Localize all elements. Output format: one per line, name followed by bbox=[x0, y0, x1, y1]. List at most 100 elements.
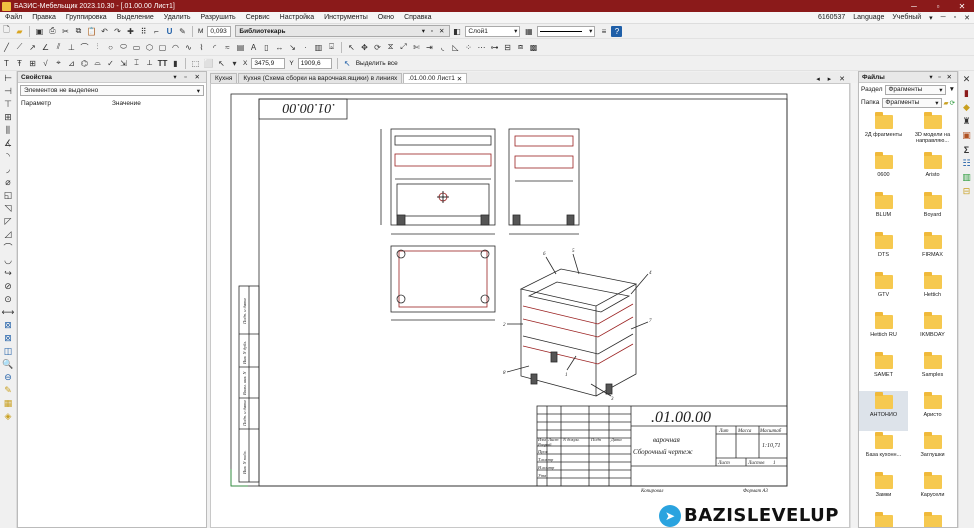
folder-item[interactable]: FIRMAX bbox=[908, 231, 957, 271]
dim-radius-icon[interactable]: ◞ bbox=[2, 164, 14, 174]
select-cross-icon[interactable]: ⬜ bbox=[203, 58, 214, 69]
new-file-icon[interactable]: 🗋 bbox=[1, 25, 12, 37]
dim-span-icon[interactable]: ⟷ bbox=[2, 307, 15, 317]
folder-item[interactable]: SAMET bbox=[859, 351, 908, 391]
layer-select[interactable]: Слой1 ▾ bbox=[465, 25, 521, 37]
polygon-tool-icon[interactable]: ⬡ bbox=[144, 42, 155, 53]
close-icon[interactable]: ✕ bbox=[950, 2, 974, 11]
snap-point-icon[interactable]: ✚ bbox=[125, 26, 136, 37]
folder-item[interactable]: Замки bbox=[859, 471, 908, 511]
library-panel[interactable]: Библиотекарь ▾ ▫ ✕ bbox=[235, 25, 451, 37]
parallel-line-icon[interactable]: ⫽ bbox=[53, 42, 64, 53]
dim-baseline-icon[interactable]: ⫼ bbox=[2, 125, 14, 135]
eraser-icon[interactable]: ◈ bbox=[2, 411, 14, 421]
perpendicular-icon[interactable]: ⊥ bbox=[66, 42, 77, 53]
drawing-canvas[interactable]: .01.00.00 .01.00.00 варочная Сборочный ч… bbox=[210, 83, 850, 528]
block-icon[interactable]: ▩ bbox=[528, 42, 539, 53]
dim-linear-icon[interactable]: ⊢ bbox=[2, 73, 14, 83]
dim-break-icon[interactable]: ◸ bbox=[2, 216, 14, 226]
line-tool-icon[interactable]: ╱ bbox=[1, 42, 12, 53]
save-icon[interactable]: ▣ bbox=[34, 26, 45, 37]
tangent-icon[interactable]: ⌒ bbox=[79, 42, 90, 53]
pin-icon[interactable]: ✕ bbox=[961, 74, 972, 85]
selection-dropdown[interactable]: Элементов не выделено ▾ bbox=[20, 85, 204, 96]
stairs-icon[interactable]: ⌺ bbox=[326, 42, 337, 53]
arc-3pt-icon[interactable]: ◜ bbox=[209, 42, 220, 53]
sum-icon[interactable]: Σ bbox=[961, 144, 972, 155]
menu-item-tools[interactable]: Инструменты bbox=[319, 14, 373, 21]
position-icon[interactable]: ⌬ bbox=[79, 58, 90, 69]
hatch-icon[interactable]: ▤ bbox=[235, 42, 246, 53]
folder-item[interactable]: Samples bbox=[908, 351, 957, 391]
stamp-icon[interactable]: ♜ bbox=[961, 116, 972, 127]
palette-icon[interactable]: ▦ bbox=[2, 398, 14, 408]
align-icon[interactable]: ⊟ bbox=[502, 42, 513, 53]
doc-restore-icon[interactable]: ▫ bbox=[950, 14, 960, 21]
copy-icon[interactable]: ⧉ bbox=[73, 26, 84, 37]
folder-item[interactable]: Aristo bbox=[908, 151, 957, 191]
properties-window-controls[interactable]: ▾ ▫ ✕ bbox=[173, 73, 203, 81]
folder-item[interactable]: Карусели bbox=[908, 471, 957, 511]
edit-note-icon[interactable]: ✎ bbox=[2, 385, 14, 395]
dim-chain-icon[interactable]: ⊞ bbox=[2, 112, 14, 122]
doc-minimize-icon[interactable]: ─ bbox=[937, 14, 950, 21]
dim-rotated-icon[interactable]: ◿ bbox=[2, 229, 14, 239]
wave-icon[interactable]: ≈ bbox=[222, 42, 233, 53]
extend-icon[interactable]: ⇥ bbox=[424, 42, 435, 53]
folder-item[interactable]: GTV bbox=[859, 271, 908, 311]
break-icon[interactable]: ⋯ bbox=[476, 42, 487, 53]
maximize-icon[interactable]: ▫ bbox=[926, 2, 950, 11]
tab-scroll-controls[interactable]: ◂ ▸ ✕ bbox=[816, 75, 850, 83]
files-window-controls[interactable]: ▾ ▫ ✕ bbox=[929, 73, 954, 81]
view-cross-icon[interactable]: ⊠ bbox=[2, 333, 14, 343]
folder-item[interactable]: IKMBOAY bbox=[908, 311, 957, 351]
axis-icon[interactable]: ⟂ bbox=[144, 58, 155, 69]
select-window-icon[interactable]: ⬚ bbox=[190, 58, 201, 69]
scale-field[interactable]: 0,093 bbox=[207, 25, 232, 37]
coord-y-field[interactable]: 1909,6 bbox=[297, 57, 332, 69]
folder-item[interactable]: Boyard bbox=[908, 191, 957, 231]
grid-icon[interactable]: ⠿ bbox=[138, 26, 149, 37]
canvas-scrollbar[interactable] bbox=[850, 83, 857, 528]
menu-item-delete[interactable]: Удалить bbox=[159, 14, 196, 21]
rotate-icon[interactable]: ⟳ bbox=[372, 42, 383, 53]
table-icon[interactable]: ⊞ bbox=[27, 58, 38, 69]
array-icon[interactable]: ⁘ bbox=[463, 42, 474, 53]
paste-icon[interactable]: 📋 bbox=[86, 26, 97, 37]
ortho-icon[interactable]: ⌐ bbox=[151, 26, 162, 37]
menu-item-window[interactable]: Окно bbox=[373, 14, 399, 21]
section-icon[interactable]: ⌶ bbox=[131, 58, 142, 69]
zoom-out-icon[interactable]: ⊖ bbox=[2, 372, 14, 382]
bars-icon[interactable]: ▥ bbox=[313, 42, 324, 53]
arrow-line-icon[interactable]: ↗ bbox=[27, 42, 38, 53]
trim-icon[interactable]: ✄ bbox=[411, 42, 422, 53]
line-weight-icon[interactable]: ≡ bbox=[598, 26, 609, 37]
menu-item-explode[interactable]: Разрушить bbox=[196, 14, 241, 21]
folder-item[interactable] bbox=[859, 511, 908, 527]
scale-icon[interactable]: ⤢ bbox=[398, 42, 409, 53]
folder-item[interactable]: DTS bbox=[859, 231, 908, 271]
language-menu[interactable]: Language bbox=[849, 14, 888, 21]
doc-close-icon[interactable]: ✕ bbox=[960, 14, 974, 22]
minimize-icon[interactable]: ─ bbox=[902, 2, 926, 11]
base-icon[interactable]: ⊿ bbox=[66, 58, 77, 69]
point-icon[interactable]: · bbox=[300, 42, 311, 53]
dim-arc-icon[interactable]: ◝ bbox=[2, 151, 14, 161]
offset-icon[interactable]: ⫶ bbox=[92, 42, 103, 53]
dimension-icon[interactable]: ↔ bbox=[274, 42, 285, 53]
print-icon[interactable]: ⎙ bbox=[47, 26, 58, 37]
open-folder-icon[interactable]: ▰ bbox=[14, 26, 25, 37]
rounded-rect-icon[interactable]: ▢ bbox=[157, 42, 168, 53]
cut-icon[interactable]: ✂ bbox=[60, 26, 71, 37]
select-all-button[interactable]: Выделить все bbox=[356, 60, 398, 67]
circle-dim-icon[interactable]: ⊘ bbox=[2, 281, 14, 291]
section-dropdown[interactable]: Фрагменты ▾ bbox=[885, 84, 946, 95]
coord-x-field[interactable]: 3475,9 bbox=[251, 57, 286, 69]
refresh-icon[interactable]: ⟳ bbox=[950, 99, 955, 107]
join-icon[interactable]: ⊶ bbox=[489, 42, 500, 53]
bold-tt-icon[interactable]: TT bbox=[157, 58, 168, 69]
book-icon[interactable]: ▮ bbox=[961, 88, 972, 99]
folder-item[interactable] bbox=[908, 511, 957, 527]
menu-item-edit[interactable]: Правка bbox=[27, 14, 61, 21]
pencil-icon[interactable]: ✎ bbox=[177, 26, 188, 37]
